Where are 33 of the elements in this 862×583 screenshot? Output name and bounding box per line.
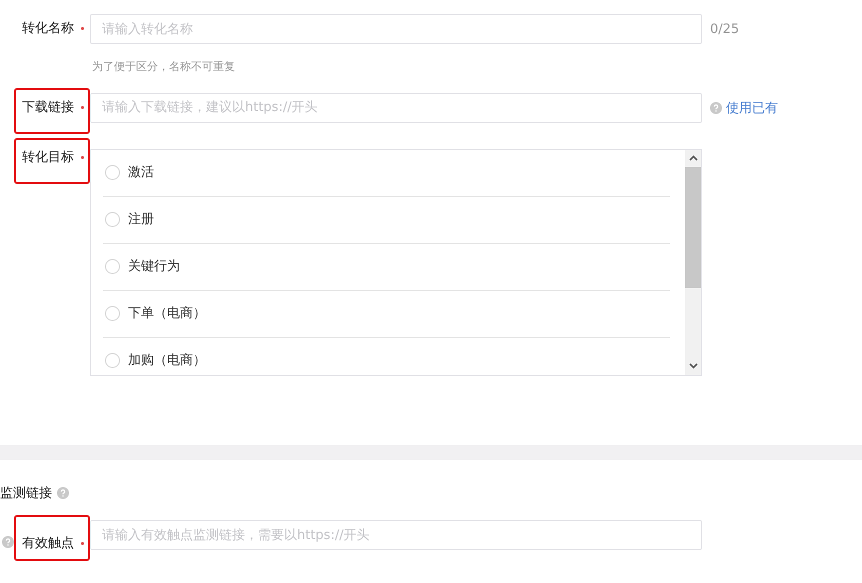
scroll-thumb[interactable] bbox=[685, 166, 701, 288]
text-field[interactable]: 请输入下载链接，建议以https://开头 bbox=[90, 92, 702, 122]
char-counter: 0/25 bbox=[710, 21, 740, 39]
option-label: 加购（电商） bbox=[128, 352, 206, 370]
text-field[interactable]: 请输入有效触点监测链接，需要以https://开头 bbox=[90, 520, 702, 550]
option-label: 激活 bbox=[128, 164, 154, 182]
field-label: 转化目标 bbox=[22, 148, 74, 166]
help-icon bbox=[710, 102, 722, 114]
scrollbar[interactable] bbox=[685, 150, 701, 374]
radio-button[interactable] bbox=[105, 165, 120, 180]
radio-button[interactable] bbox=[105, 306, 120, 321]
radio-option[interactable]: 激活 bbox=[103, 150, 670, 196]
option-label: 注册 bbox=[128, 210, 154, 229]
help-icon bbox=[2, 536, 14, 548]
radio-option[interactable]: 下单（电商） bbox=[103, 290, 670, 338]
scroll-up-icon[interactable] bbox=[688, 155, 698, 161]
use-existing-link[interactable]: 使用已有 bbox=[726, 98, 778, 118]
field-label: 转化名称 bbox=[22, 20, 74, 38]
section-title: 监测链接 bbox=[0, 484, 52, 502]
option-label: 关键行为 bbox=[128, 258, 180, 276]
radio-button[interactable] bbox=[105, 353, 120, 368]
scroll-down-icon[interactable] bbox=[688, 363, 698, 369]
radio-option[interactable]: 注册 bbox=[103, 196, 670, 244]
help-icon bbox=[57, 487, 69, 500]
field-label: 有效触点 bbox=[22, 535, 74, 553]
radio-button[interactable] bbox=[105, 259, 120, 274]
field-label: 下载链接 bbox=[22, 98, 74, 116]
hint-text: 为了便于区分，名称不可重复 bbox=[92, 59, 236, 75]
radio-option[interactable]: 关键行为 bbox=[103, 244, 670, 290]
option-label: 下单（电商） bbox=[128, 304, 206, 323]
radio-option[interactable]: 加购（电商） bbox=[103, 338, 670, 374]
text-field[interactable]: 请输入转化名称 bbox=[90, 14, 702, 44]
radio-button[interactable] bbox=[105, 212, 120, 227]
